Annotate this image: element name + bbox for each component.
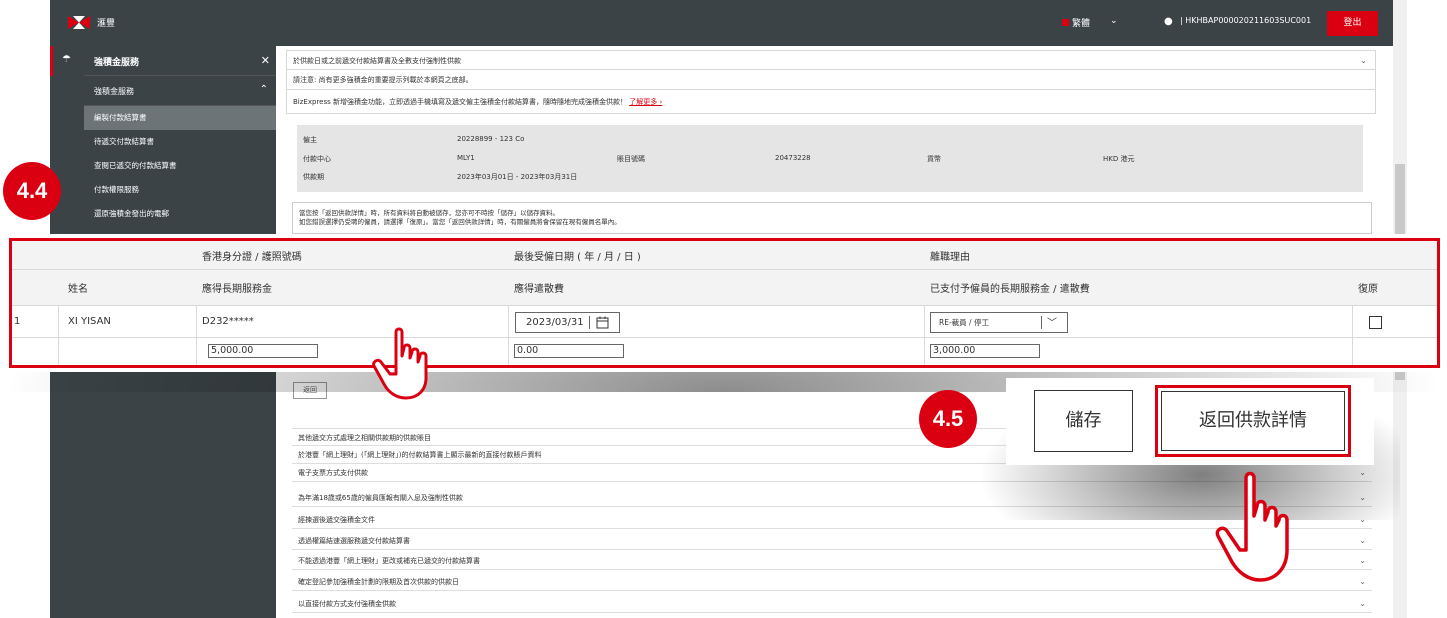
contribution-dropdown-row[interactable]: 於供款日或之前遞交付款結算書及全數支付強制性供款 ⌄ <box>286 50 1376 70</box>
faq-item-label: 於港豐「網上理財」(「網上理財」)的付款結算書上顯示最新的直接付款賬戶資料 <box>298 451 542 459</box>
sidebar-item-pending-statement[interactable]: 待遞交付款結算書 <box>84 130 276 154</box>
faq-item-label: 透過權篇結速選服務遞交付款結算書 <box>298 537 410 545</box>
contribution-dropdown-text: 於供款日或之前遞交付款結算書及全數支付強制性供款 <box>293 57 461 65</box>
sidebar-item-restore-email[interactable]: 還原強積金發出的電郵 <box>84 202 276 226</box>
faq-item-label: 以直接付款方式支付強積金供款 <box>298 600 396 608</box>
name-header: 姓名 <box>68 284 88 295</box>
severance-header: 應得遣散費 <box>514 284 564 295</box>
calendar-icon[interactable] <box>596 316 609 329</box>
step-badge-4-4: 4.4 <box>3 162 61 220</box>
payment-center-label: 付款中心 <box>303 155 331 163</box>
reason-select-value: RE-裁員 / 停工 <box>939 318 989 327</box>
top-bar: 滙豐 繁體 ⌄ ● | HKHBAP000020211603SUC001 登出 <box>50 0 1393 46</box>
chevron-down-icon: ⌄ <box>1359 556 1366 565</box>
faq-item[interactable]: 透過權篇結速選服務遞交付款結算書 ⌄ <box>292 532 1372 550</box>
chevron-down-icon: ⌄ <box>1359 577 1366 586</box>
notice-box: 當您按「返回供款詳情」時，所有資料將自動被儲存，您亦可不時按「儲存」以儲存資料。… <box>292 202 1372 234</box>
sidebar-header: 強積金服務 ✕ <box>84 46 276 76</box>
language-flag-icon <box>1062 19 1069 26</box>
table-header-row: 香港身分證 / 護照號碼 最後受僱日期 ( 年 / 月 / 日 ) 離職理由 <box>12 241 1437 270</box>
faq-item[interactable]: 不能透過港豐「網上理財」更改或補充已遞交的付款結算書 ⌄ <box>292 552 1372 570</box>
sidebar-item-payment-authority[interactable]: 付款權限服務 <box>84 178 276 202</box>
chevron-down-icon: ⌄ <box>1359 536 1366 545</box>
zoom-panel: 香港身分證 / 護照號碼 最後受僱日期 ( 年 / 月 / 日 ) 離職理由 姓… <box>0 234 1447 372</box>
period-value: 2023年03月01日 - 2023年03月31日 <box>457 173 578 181</box>
last-date-input[interactable]: 2023/03/31 <box>515 312 620 333</box>
paid-header: 已支付予僱員的長期服務金 / 遣散費 <box>930 284 1090 295</box>
restore-header: 復原 <box>1358 284 1378 295</box>
employer-label: 僱主 <box>303 136 317 144</box>
chevron-down-icon[interactable]: ⌄ <box>1110 16 1118 26</box>
user-icon: ● <box>1164 16 1173 27</box>
sidebar-subsection[interactable]: 強積金服務 ⌃ <box>84 76 276 106</box>
user-id: | HKHBAP000020211603SUC001 <box>1180 16 1312 25</box>
learn-more-link[interactable]: 了解更多 › <box>629 98 662 106</box>
hsbc-logo-icon <box>68 16 90 29</box>
reminder-text: 請注意: 尚有更多強積金的重要提示列載於本網頁之底部。 <box>293 76 473 84</box>
user-id-text: HKHBAP000020211603SUC001 <box>1185 16 1312 25</box>
faq-item[interactable]: 以直接付款方式支付強積金供款 ⌄ <box>292 595 1372 613</box>
chevron-up-icon: ⌃ <box>259 84 268 95</box>
notice-line-2: 如您錯誤選擇仍受聘的僱員，請選擇「復原」。當您「返回供款詳情」時，有關僱員將會保… <box>299 218 621 226</box>
chevron-down-icon: ⌄ <box>1360 56 1367 65</box>
faq-item-label: 不能透過港豐「網上理財」更改或補充已遞交的付款結算書 <box>298 557 480 565</box>
hand-pointer-icon <box>372 327 428 400</box>
table-header-row: 姓名 應得長期服務金 應得遣散費 已支付予僱員的長期服務金 / 遣散費 復原 <box>12 270 1437 306</box>
currency-value: HKD 港元 <box>1103 155 1135 163</box>
payment-center-value: MLY1 <box>457 154 475 162</box>
sidebar-item-view-submitted[interactable]: 查閱已遞交的付款結算書 <box>84 154 276 178</box>
account-number-label: 賬目號碼 <box>617 155 645 163</box>
umbrella-icon: ☂ <box>62 54 71 65</box>
logo-text: 滙豐 <box>97 19 116 29</box>
last-date-value: 2023/03/31 <box>526 317 584 328</box>
restore-checkbox[interactable] <box>1369 316 1382 329</box>
employer-value: 20228899 - 123 Co <box>457 135 525 143</box>
return-to-contribution-details-button[interactable]: 返回供款詳情 <box>1161 391 1345 451</box>
summary-box: 僱主 20228899 - 123 Co 付款中心 MLY1 賬目號碼 2047… <box>297 125 1363 192</box>
save-button[interactable]: 儲存 <box>1034 390 1133 452</box>
severance-input[interactable]: 0.00 <box>514 344 624 358</box>
close-icon[interactable]: ✕ <box>261 54 270 67</box>
faq-item-label: 確定登記參加強積金計劃的限期及首次供款的供款日 <box>298 578 459 586</box>
employee-id: D232***** <box>202 316 254 327</box>
chevron-down-icon: ⌄ <box>1359 599 1366 608</box>
period-label: 供款期 <box>303 173 324 181</box>
faq-item-label: 電子支票方式支付供款 <box>298 469 368 477</box>
faq-item-label: 經揀選後遞交強積金文件 <box>298 516 375 524</box>
sidebar-title: 強積金服務 <box>94 58 140 68</box>
last-date-header: 最後受僱日期 ( 年 / 月 / 日 ) <box>514 251 641 263</box>
reminder-row: 請注意: 尚有更多強積金的重要提示列載於本網頁之底部。 <box>286 70 1376 90</box>
id-header: 香港身分證 / 護照號碼 <box>202 251 302 263</box>
language-selector[interactable]: 繁體 <box>1072 16 1090 29</box>
currency-label: 貨幣 <box>927 155 941 163</box>
reason-select[interactable]: RE-裁員 / 停工 ﹀ <box>930 312 1068 333</box>
select-divider <box>1041 316 1042 329</box>
long-service-header: 應得長期服務金 <box>202 284 272 295</box>
employee-name: XI YISAN <box>68 316 111 327</box>
logout-button[interactable]: 登出 <box>1327 11 1378 36</box>
paid-input[interactable]: 3,000.00 <box>930 344 1040 358</box>
hand-pointer-icon <box>1215 471 1289 582</box>
umbrella-nav-item[interactable]: ☂ <box>50 46 84 76</box>
bizexpress-text: BizExpress 新增強積金功能，立即透過手機填寫及遞交僱主強積金付款結算書… <box>293 98 627 106</box>
sidebar-item-prepare-statement[interactable]: 編製付款結算書 <box>84 106 276 130</box>
terminated-employee-table: 香港身分證 / 護照號碼 最後受僱日期 ( 年 / 月 / 日 ) 離職理由 姓… <box>9 238 1440 368</box>
faq-item[interactable]: 確定登記參加強積金計劃的限期及首次供款的供款日 ⌄ <box>292 573 1372 591</box>
long-service-input[interactable]: 5,000.00 <box>208 344 318 358</box>
notice-line-1: 當您按「返回供款詳情」時，所有資料將自動被儲存，您亦可不時按「儲存」以儲存資料。 <box>299 209 559 217</box>
date-divider <box>589 316 590 329</box>
row-index: 1 <box>14 316 21 327</box>
chevron-down-icon: ﹀ <box>1047 318 1057 329</box>
faq-item-label: 其他遞交方式處理之相關供款期的供款賬目 <box>298 434 431 442</box>
bizexpress-row: BizExpress 新增強積金功能，立即透過手機填寫及遞交僱主強積金付款結算書… <box>286 90 1376 114</box>
table-row: 1 XI YISAN D232***** <box>12 306 1437 338</box>
account-number-value: 20473228 <box>775 154 811 162</box>
faq-item-label: 為年滿18歲或65歲的僱員匯報有關入息及強制性供款 <box>298 494 463 502</box>
sidebar-subsection-label: 強積金服務 <box>94 87 134 96</box>
reason-header: 離職理由 <box>930 251 970 263</box>
